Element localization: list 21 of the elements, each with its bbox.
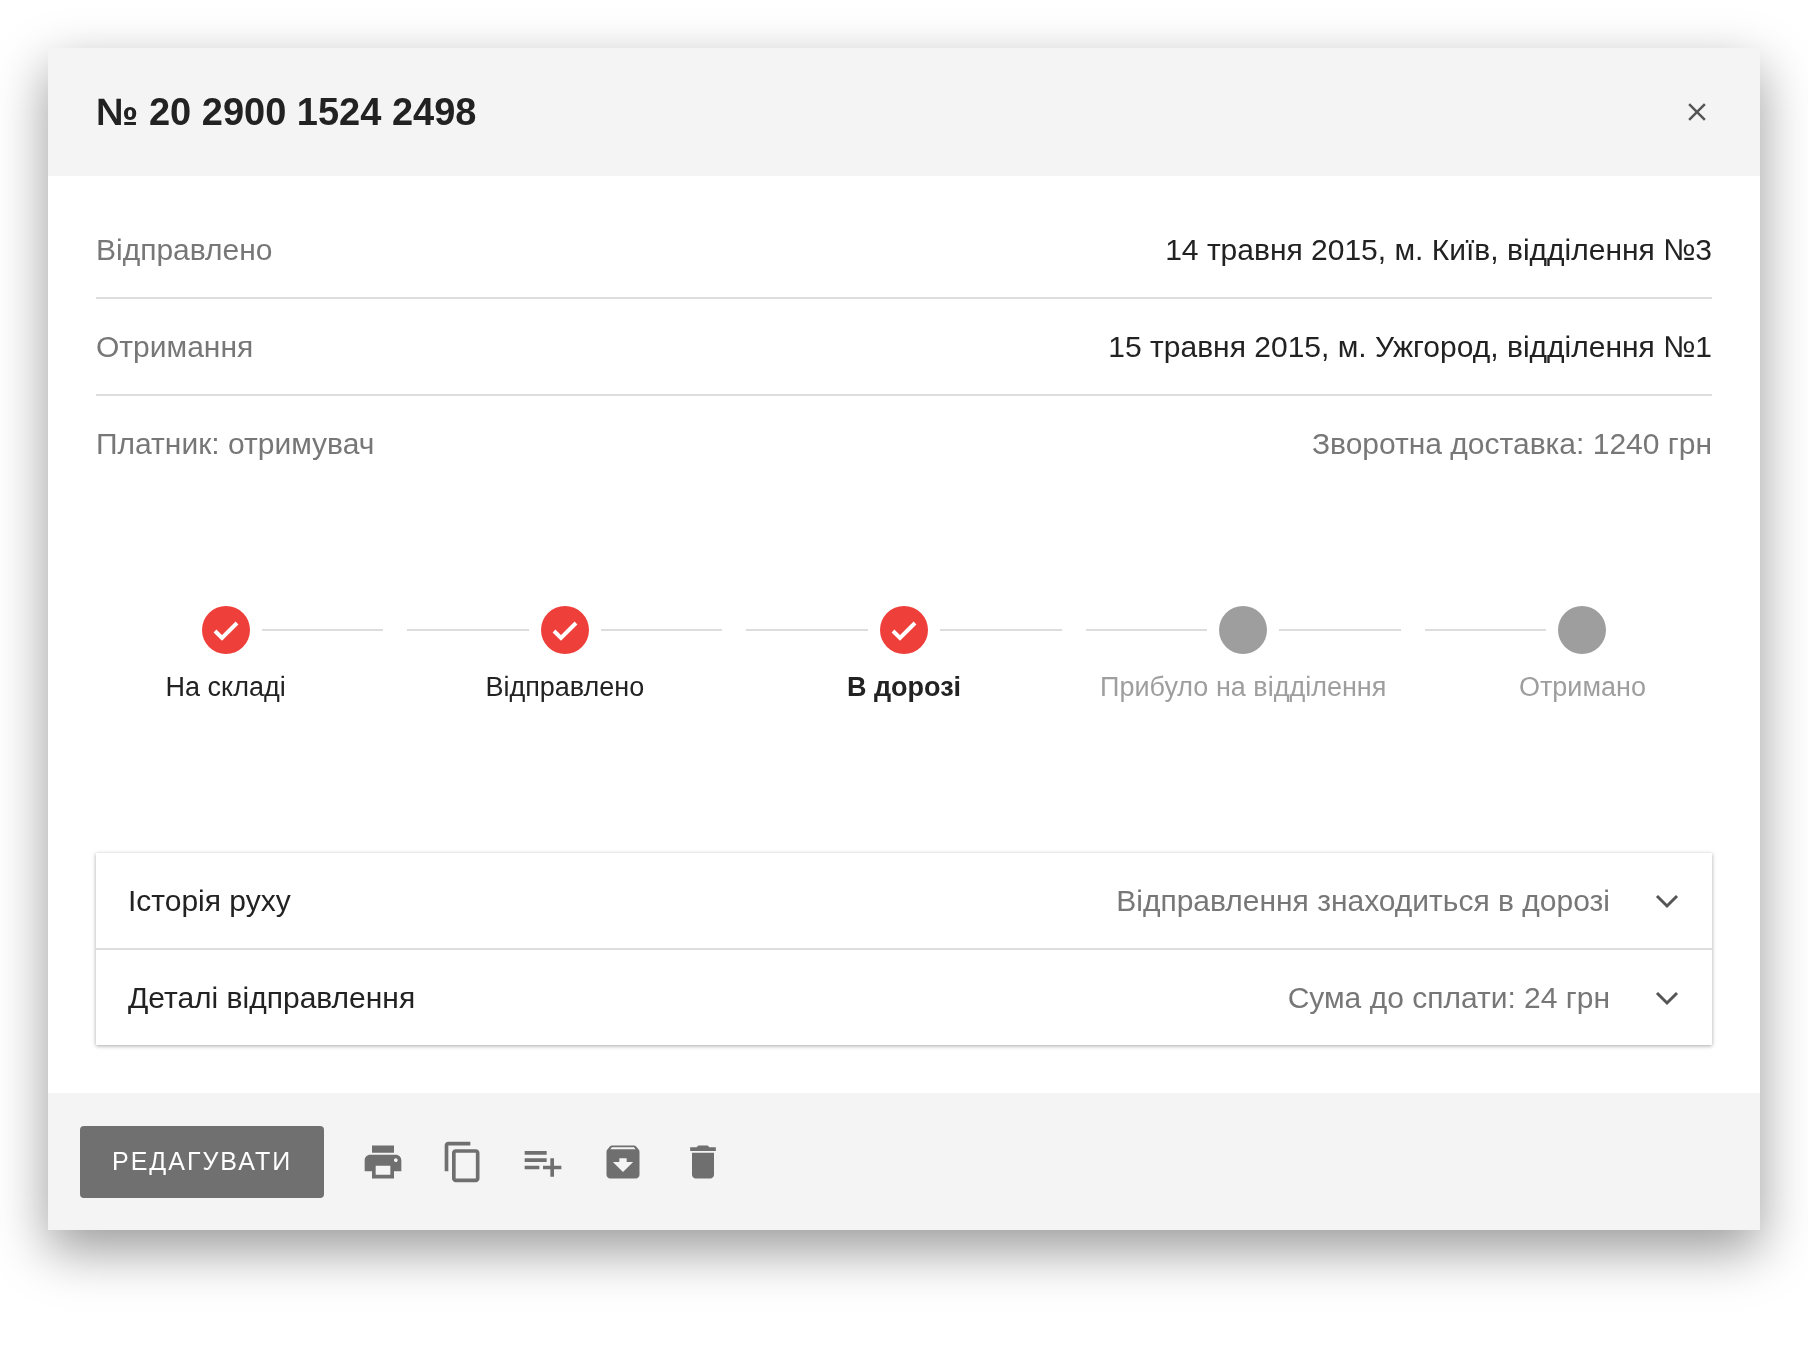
panel-summary: Сума до сплати: 24 грн <box>1287 980 1610 1015</box>
info-label: Платник: отримувач <box>96 426 375 461</box>
panel-title: Деталі відправлення <box>128 980 416 1015</box>
panel-title: Історія руху <box>128 883 291 918</box>
accordion-row[interactable]: Історія руху Відправлення знаходиться в дорозі <box>96 853 1712 950</box>
panel-summary: Відправлення знаходиться в дорозі <box>1116 883 1610 918</box>
step-label: На складі <box>165 672 286 703</box>
info-label: Відправлено <box>96 232 273 267</box>
dialog-title: № 20 2900 1524 2498 <box>96 90 477 134</box>
info-value: 14 травня 2015, м. Київ, відділення №3 <box>1165 232 1712 267</box>
info-value: 15 травня 2015, м. Ужгород, відділення №1 <box>1108 329 1712 364</box>
step-label: Прибуло на відділення <box>1100 672 1387 703</box>
chevron-down-icon <box>1654 989 1680 1006</box>
edit-button[interactable]: РЕДАГУВАТИ <box>80 1125 325 1198</box>
step-label: В дорозі <box>846 672 962 703</box>
info-value: Зворотна доставка: 1240 грн <box>1311 426 1712 461</box>
accordion-row[interactable]: Деталі відправлення Сума до сплати: 24 грн <box>96 950 1712 1045</box>
chevron-down-icon <box>1654 892 1680 909</box>
info-label: Отримання <box>96 329 254 364</box>
step-label: Відправлено <box>485 672 645 703</box>
step-label: Отримано <box>1518 672 1646 703</box>
